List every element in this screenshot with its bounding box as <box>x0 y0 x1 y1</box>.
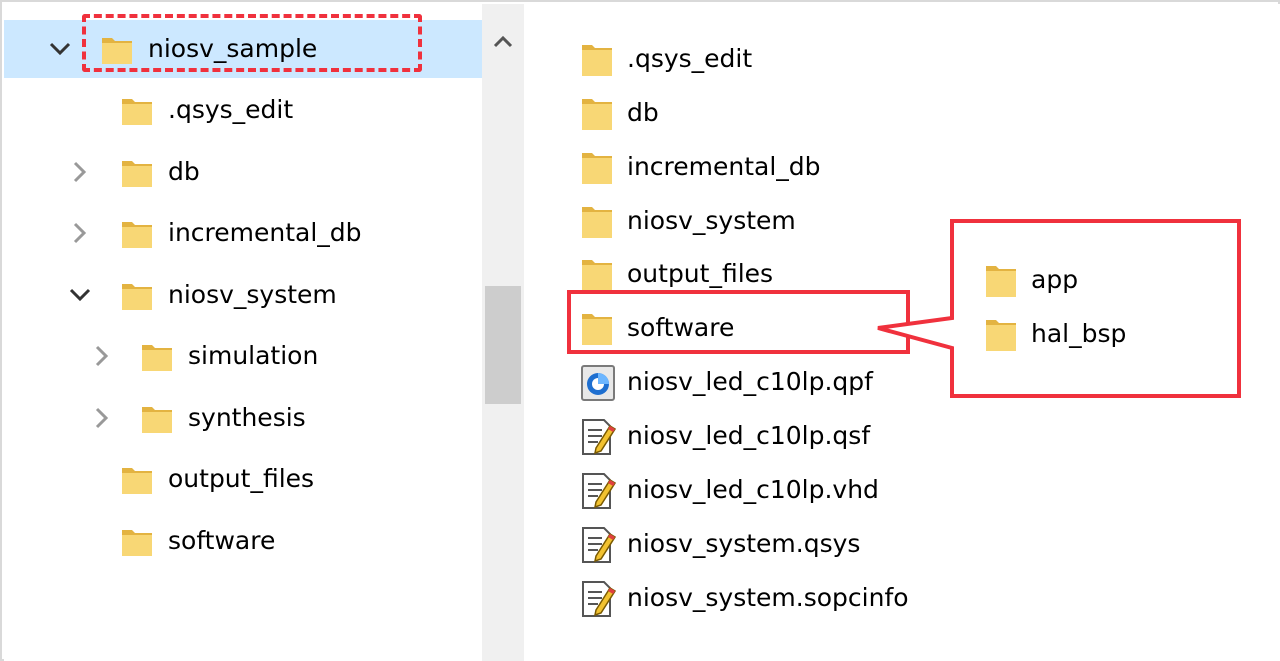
folder-icon <box>120 525 154 563</box>
tree-item-output-files[interactable]: output_files <box>4 450 482 508</box>
folder-icon <box>580 95 614 137</box>
folder-icon <box>580 41 614 83</box>
folder-icon <box>120 279 154 317</box>
folder-icon <box>140 340 174 378</box>
navigation-tree: niosv_sample .qsys_edit db incremental_d… <box>4 4 482 661</box>
list-item-label: niosv_system <box>627 206 796 235</box>
callout-item-label: app <box>1031 265 1079 294</box>
callout-item-label: hal_bsp <box>1031 319 1127 348</box>
tree-item-synthesis[interactable]: synthesis <box>4 389 482 447</box>
list-item-label: incremental_db <box>627 152 821 181</box>
folder-icon <box>580 310 614 352</box>
tree-item-label: incremental_db <box>168 218 362 247</box>
folder-icon <box>984 262 1018 304</box>
tree-item-label: .qsys_edit <box>168 95 294 124</box>
folder-icon <box>120 156 154 194</box>
chevron-right-icon[interactable] <box>88 341 116 371</box>
list-item-label: software <box>627 313 735 342</box>
scrollbar-thumb[interactable] <box>485 286 521 404</box>
scroll-up-icon[interactable] <box>482 22 524 62</box>
list-item-label: .qsys_edit <box>627 44 753 73</box>
list-item-label: output_files <box>627 259 774 288</box>
folder-icon <box>120 463 154 501</box>
folder-icon <box>580 256 614 298</box>
quartus-project-icon <box>580 364 616 406</box>
text-file-icon <box>580 580 617 622</box>
list-item-label: db <box>627 98 659 127</box>
text-file-icon <box>580 472 617 514</box>
tree-scrollbar[interactable] <box>482 4 524 661</box>
file-list: .qsys_edit db incremental_db niosv_syste… <box>524 4 1280 661</box>
highlight-dashed-box <box>82 14 422 72</box>
tree-item-niosv-system[interactable]: niosv_system <box>4 266 482 324</box>
tree-item-label: niosv_system <box>168 280 337 309</box>
chevron-right-icon[interactable] <box>66 157 94 187</box>
folder-icon <box>120 217 154 255</box>
list-item-label: niosv_led_c10lp.qsf <box>627 421 871 450</box>
tree-item-db[interactable]: db <box>4 143 482 201</box>
tree-item-label: db <box>168 157 200 186</box>
tree-item-qsys-edit[interactable]: .qsys_edit <box>4 81 482 139</box>
tree-item-label: software <box>168 526 276 555</box>
tree-item-label: simulation <box>188 341 319 370</box>
tree-item-label: output_files <box>168 464 315 493</box>
chevron-right-icon[interactable] <box>66 218 94 248</box>
tree-item-simulation[interactable]: simulation <box>4 327 482 385</box>
list-item-label: niosv_led_c10lp.qpf <box>627 367 873 396</box>
folder-icon <box>120 94 154 132</box>
chevron-right-icon[interactable] <box>88 403 116 433</box>
list-item-label: niosv_system.sopcinfo <box>627 583 909 612</box>
list-item-label: niosv_system.qsys <box>627 529 861 558</box>
folder-icon <box>140 402 174 440</box>
folder-icon <box>984 316 1018 358</box>
folder-icon <box>580 149 614 191</box>
folder-icon <box>580 203 614 245</box>
tree-item-incremental-db[interactable]: incremental_db <box>4 204 482 262</box>
chevron-down-icon[interactable] <box>46 34 74 64</box>
tree-item-software[interactable]: software <box>4 512 482 570</box>
text-file-icon <box>580 526 617 568</box>
list-item-label: niosv_led_c10lp.vhd <box>627 475 879 504</box>
chevron-down-icon[interactable] <box>66 280 94 310</box>
text-file-icon <box>580 418 617 460</box>
tree-item-label: synthesis <box>188 403 306 432</box>
